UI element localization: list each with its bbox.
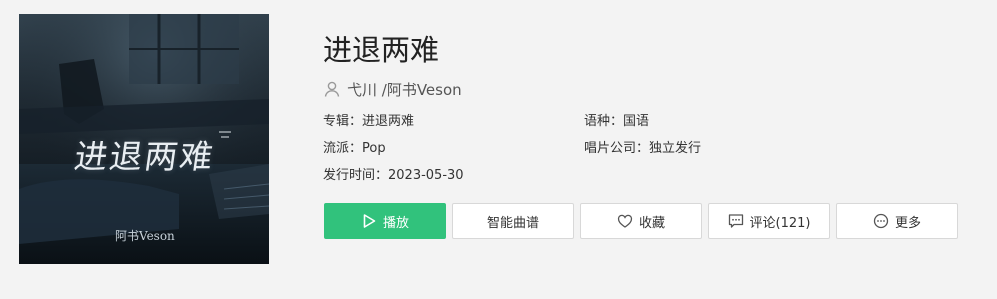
song-detail-page: 进退两难 阿书Veson 进退两难 弋川 /阿书Veson 专辑：进退两难 流派… (0, 0, 997, 299)
company-info: 唱片公司：独立发行 (584, 140, 701, 158)
artist-names-link[interactable]: 弋川 /阿书Veson (347, 79, 462, 100)
play-button[interactable]: 播放 (324, 203, 446, 239)
genre-info: 流派：Pop (323, 140, 386, 158)
more-button[interactable]: 更多 (836, 203, 958, 239)
comment-label: 评论(121) (749, 215, 811, 231)
smart-score-label: 智能曲谱 (486, 215, 539, 231)
genre-value: Pop (362, 141, 386, 156)
company-label: 唱片公司： (584, 141, 650, 156)
play-label: 播放 (382, 215, 409, 231)
release-info: 发行时间：2023-05-30 (323, 167, 464, 185)
user-icon (324, 81, 340, 97)
company-value: 独立发行 (649, 141, 702, 156)
artist-row: 弋川 /阿书Veson (323, 78, 462, 100)
comment-button[interactable]: 评论(121) (708, 203, 830, 239)
comment-icon (728, 214, 743, 228)
album-link[interactable]: 进退两难 (362, 114, 414, 129)
album-label: 专辑： (323, 114, 363, 129)
heart-icon (617, 214, 633, 228)
album-info: 专辑：进退两难 (323, 113, 414, 131)
favorite-button[interactable]: 收藏 (580, 203, 702, 239)
cover-title-text: 进退两难 (71, 137, 218, 176)
more-label: 更多 (894, 215, 921, 231)
play-icon (363, 214, 376, 228)
song-title: 进退两难 (323, 33, 440, 67)
smart-score-button[interactable]: 智能曲谱 (452, 203, 574, 239)
favorite-label: 收藏 (638, 215, 665, 231)
language-label: 语种： (584, 114, 624, 129)
cover-artist-text: 阿书Veson (115, 229, 175, 243)
release-value: 2023-05-30 (388, 168, 464, 183)
album-cover[interactable]: 进退两难 阿书Veson (19, 14, 269, 264)
more-icon (873, 213, 889, 229)
language-value: 国语 (623, 114, 650, 129)
language-info: 语种：国语 (584, 113, 649, 131)
genre-label: 流派： (323, 141, 363, 156)
release-label: 发行时间： (323, 168, 389, 183)
